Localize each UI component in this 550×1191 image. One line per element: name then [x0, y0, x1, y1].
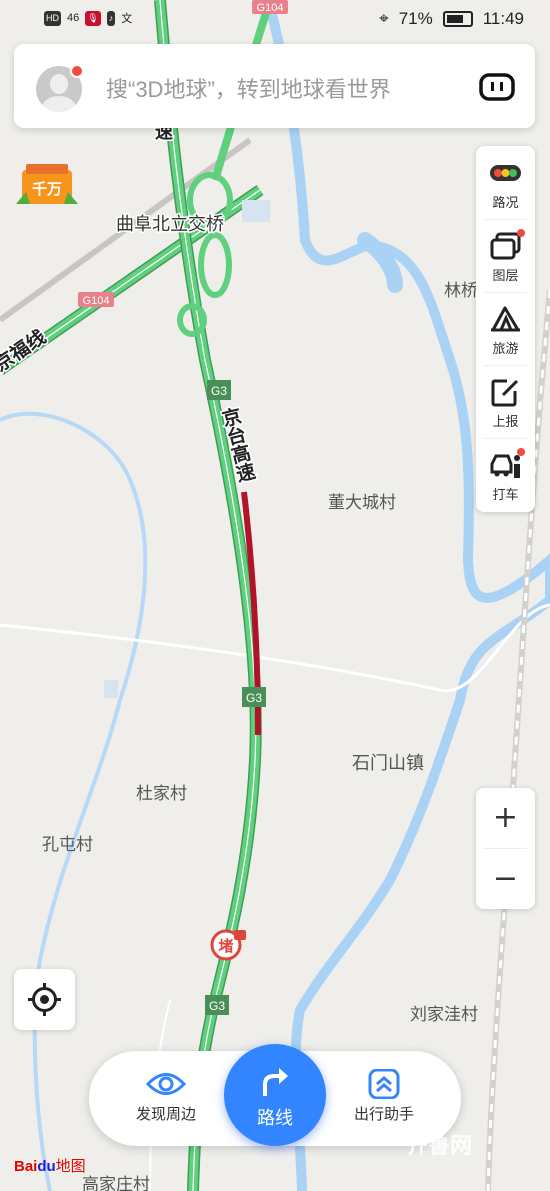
tool-tourism[interactable]: 旅游	[476, 292, 535, 365]
g3-shield-2: G3	[242, 687, 266, 707]
zoom-out-button[interactable]: −	[476, 849, 535, 909]
tiktok-icon: ♪	[106, 10, 116, 26]
location-icon: ⌖	[379, 9, 389, 28]
status-left-icons: HD 46 🎙 ♪ 文	[44, 10, 132, 26]
tool-report[interactable]: 上报	[476, 365, 535, 438]
search-bar[interactable]: 搜“3D地球”，转到地球看世界	[14, 44, 535, 128]
status-right: ⌖ 71% 11:49	[379, 9, 524, 29]
label-village-4: 孔屯村	[42, 835, 93, 855]
search-input[interactable]: 搜“3D地球”，转到地球看世界	[106, 72, 391, 104]
voice-assistant-icon[interactable]	[479, 72, 515, 102]
traffic-light-icon	[490, 165, 521, 181]
tool-report-label: 上报	[492, 414, 519, 429]
svg-text:G3: G3	[246, 691, 262, 705]
svg-text:G3: G3	[211, 384, 227, 398]
status-bar: HD 46 🎙 ♪ 文 ⌖ 71% 11:49	[0, 0, 550, 40]
tool-traffic[interactable]: 路况	[476, 146, 535, 219]
tourism-icon	[491, 306, 520, 332]
tool-layers-label: 图层	[492, 268, 519, 283]
travel-assistant-label: 出行助手	[353, 1106, 414, 1123]
hd-icon: HD	[44, 10, 61, 26]
taxi-badge-dot	[517, 448, 525, 456]
locate-button[interactable]	[14, 969, 75, 1030]
promo-badge[interactable]: 千万	[16, 162, 78, 208]
battery-percent: 71%	[398, 9, 433, 28]
label-village-2: 林桥	[444, 281, 478, 301]
mic-icon: 🎙	[85, 10, 101, 26]
report-edit-icon	[491, 379, 519, 407]
translate-icon: 文	[121, 13, 133, 25]
svg-text:千万: 千万	[32, 180, 62, 198]
route-button[interactable]: 路线	[224, 1044, 326, 1146]
map-tools-panel: 路况 图层 旅游 上报 打车	[476, 146, 535, 512]
label-town: 石门山镇	[352, 753, 424, 774]
svg-text:G3: G3	[209, 999, 225, 1013]
nearby-label: 发现周边	[135, 1106, 196, 1123]
signal-icon: 46	[67, 12, 80, 24]
label-village-6: 高家庄村	[82, 1175, 150, 1191]
label-village-1: 董大城村	[328, 493, 396, 513]
zoom-control: + −	[476, 788, 535, 909]
watermark: 齐鲁网	[406, 1133, 473, 1158]
nearby-button[interactable]: 发现周边	[111, 1069, 221, 1124]
tool-traffic-label: 路况	[492, 195, 519, 210]
route-arrow-icon	[263, 1068, 288, 1096]
tool-taxi[interactable]: 打车	[476, 438, 535, 511]
clock: 11:49	[482, 9, 524, 28]
traffic-jam-marker: 堵	[210, 929, 246, 961]
tool-tourism-label: 旅游	[492, 341, 519, 356]
tool-taxi-label: 打车	[492, 487, 519, 502]
crosshair-icon	[28, 983, 61, 1016]
layers-badge-dot	[517, 229, 525, 237]
label-interchange: 曲阜北立交桥	[116, 214, 224, 235]
travel-assistant-button[interactable]: 出行助手	[329, 1068, 439, 1124]
tool-layers[interactable]: 图层	[476, 219, 535, 292]
label-railway: 京福线	[0, 325, 50, 376]
travel-assistant-icon	[368, 1068, 400, 1100]
baidu-map-logo: Baidu地图	[14, 1158, 86, 1175]
battery-icon	[442, 11, 473, 27]
g3-shield-1: G3	[207, 380, 231, 400]
map-canvas[interactable]: G104 G104 G3 G3 G3 堵 曲阜北立交桥 速 京福线 京台高速 董…	[0, 0, 550, 1191]
g3-shield-3: G3	[205, 995, 229, 1015]
avatar-notification-dot	[70, 64, 84, 78]
route-label: 路线	[257, 1108, 293, 1128]
label-village-5: 刘家洼村	[410, 1005, 478, 1025]
svg-text:堵: 堵	[218, 937, 233, 955]
label-village-3: 杜家村	[136, 784, 187, 804]
g104-shield-left: G104	[78, 292, 114, 307]
zoom-in-button[interactable]: +	[476, 788, 535, 848]
svg-text:G104: G104	[83, 295, 110, 307]
eye-icon	[145, 1073, 187, 1095]
